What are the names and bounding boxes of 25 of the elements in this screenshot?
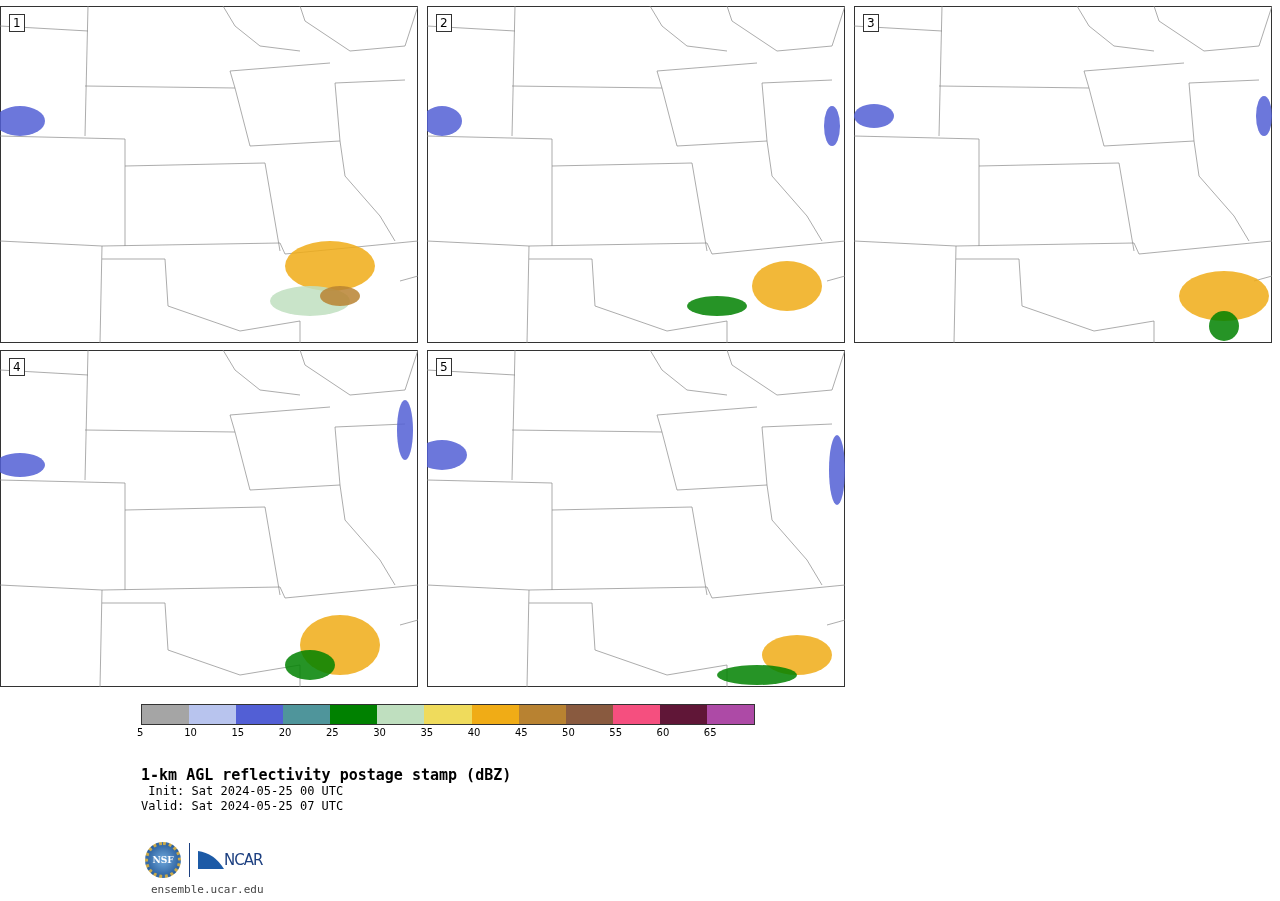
chart-title: 1-km AGL reflectivity postage stamp (dBZ) — [141, 766, 513, 784]
tick-label: 35 — [420, 727, 434, 738]
panel-number: 1 — [9, 14, 25, 32]
panel-number: 4 — [9, 358, 25, 376]
valid-time: Valid: Sat 2024-05-25 07 UTC — [141, 799, 345, 814]
swoosh-icon — [198, 851, 224, 869]
tick-label: 50 — [562, 727, 575, 738]
tick-label: 20 — [278, 727, 292, 738]
logo-text: NCAR — [224, 851, 263, 869]
panel-number: 2 — [436, 14, 452, 32]
seal-logo: NSF — [145, 842, 181, 878]
panel-number: 5 — [436, 358, 452, 376]
tick-label: 30 — [373, 727, 386, 738]
tick-label: 65 — [703, 727, 717, 738]
tick-label: 25 — [325, 727, 339, 738]
tick-label: 15 — [231, 727, 245, 738]
init-time: Init: Sat 2024-05-25 00 UTC — [147, 784, 345, 799]
tick-label: 10 — [184, 727, 197, 738]
tick-label: 55 — [609, 727, 623, 738]
tick-label: 60 — [656, 727, 670, 738]
panel-number: 3 — [863, 14, 879, 32]
site-url: ensemble.ucar.edu — [151, 883, 265, 896]
tick-label: 5 — [137, 727, 144, 738]
tick-label: 45 — [514, 727, 528, 738]
tick-label: 40 — [467, 727, 481, 738]
